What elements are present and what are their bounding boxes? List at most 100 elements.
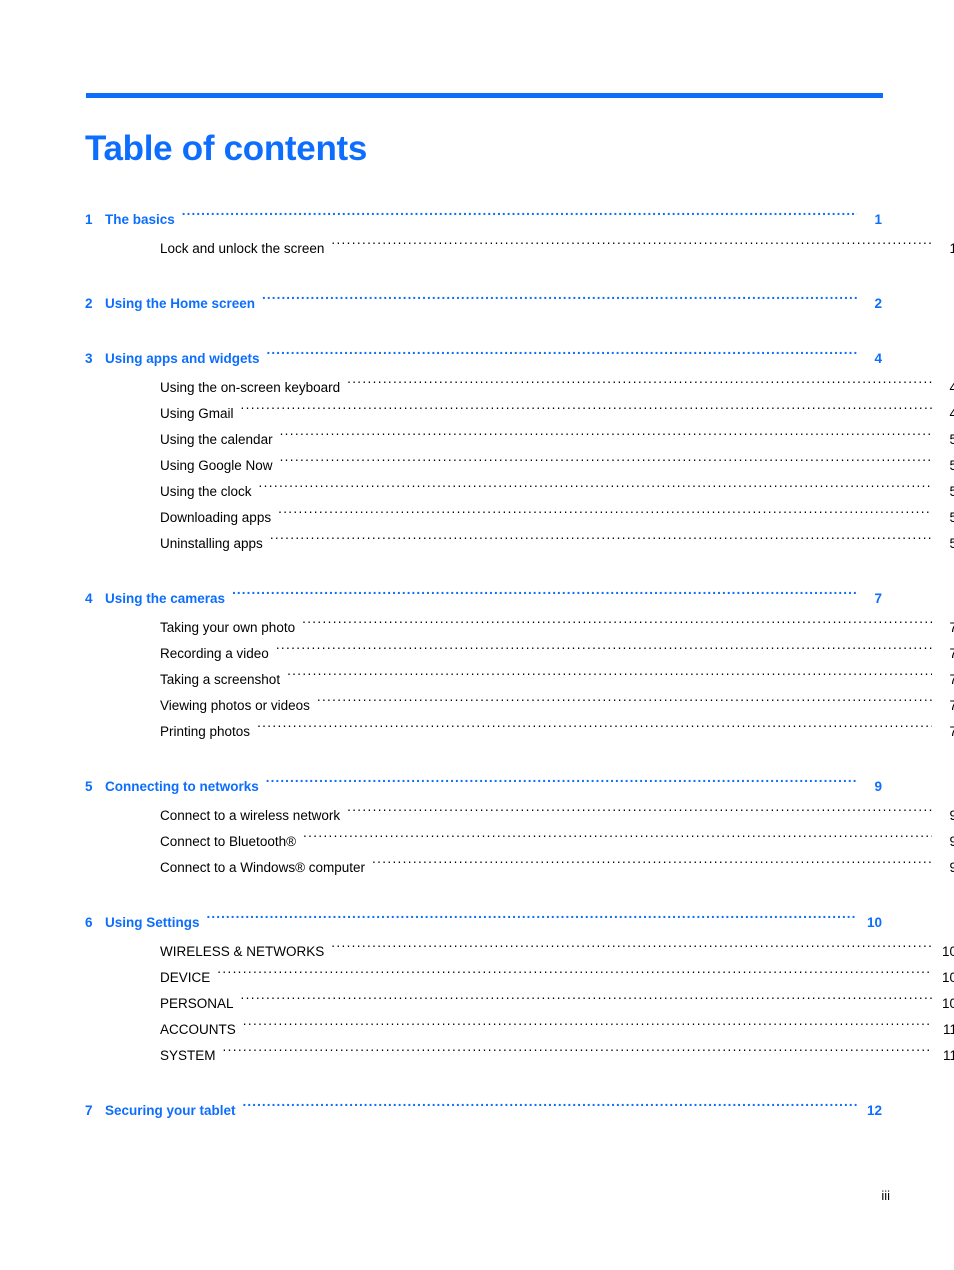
toc-subentry-page-number: 11 <box>942 1022 954 1037</box>
toc-chapter-label: Using the Home screen <box>105 296 256 311</box>
toc-subentry-page-number: 4 <box>949 406 954 421</box>
toc-subentry[interactable]: Downloading apps 5 <box>85 505 954 531</box>
toc-subentry[interactable]: Using Google Now 5 <box>85 453 954 479</box>
toc-page: Table of contents 1The basics1 Lock and u… <box>0 0 954 1270</box>
toc-subentry-page-number: 1 <box>949 241 954 256</box>
toc-subentry[interactable]: Using the clock 5 <box>85 479 954 505</box>
toc-subentry-label: Downloading apps <box>160 510 272 525</box>
dot-leader <box>243 1021 932 1034</box>
toc-chapter-label: Using the cameras <box>105 591 226 606</box>
dot-leader <box>287 671 932 684</box>
toc-chapter-entry[interactable]: 6 Using Settings 10 <box>85 910 882 936</box>
toc-subentry[interactable]: ACCOUNTS 11 <box>85 1017 954 1043</box>
toc-subentry[interactable]: Connect to a wireless network 9 <box>85 803 954 829</box>
toc-chapter-number: 2 <box>85 296 93 311</box>
toc-subentry-label: Taking your own photo <box>160 620 296 635</box>
dot-leader <box>278 509 932 522</box>
toc-subentry-list: Connect to a wireless network9Connect to… <box>85 803 954 881</box>
toc-subentry[interactable]: Connect to a Windows® computer 9 <box>85 855 954 881</box>
toc-subentry-page-number: 5 <box>949 484 954 499</box>
dot-leader <box>280 457 932 470</box>
toc-subentry-label: Using the on-screen keyboard <box>160 380 341 395</box>
toc-subentry[interactable]: SYSTEM 11 <box>85 1043 954 1069</box>
toc-subentry-page-number: 7 <box>949 620 954 635</box>
toc-subentry-label: Using Gmail <box>160 406 234 421</box>
toc-subentry-label: DEVICE <box>160 970 211 985</box>
toc-subentry-page-number: 7 <box>949 724 954 739</box>
toc-subentry-label: Viewing photos or videos <box>160 698 310 713</box>
toc-chapter-page-number: 1 <box>874 212 882 227</box>
toc-subentry[interactable]: Using Gmail 4 <box>85 401 954 427</box>
toc-chapter-page-number: 7 <box>874 591 882 606</box>
toc-subentry[interactable]: Taking your own photo 7 <box>85 615 954 641</box>
toc-chapter-page-number: 2 <box>874 296 882 311</box>
toc-chapter-page-number: 4 <box>874 351 882 366</box>
dot-leader <box>217 969 932 982</box>
toc-subentry[interactable]: Using the calendar 5 <box>85 427 954 453</box>
toc-chapter-entry[interactable]: 4 Using the cameras 7 <box>85 586 882 612</box>
toc-chapter-page-number: 9 <box>874 779 882 794</box>
toc-chapter-block: 2 Using the Home screen 2 <box>85 291 882 317</box>
toc-chapter-block: 4Using the cameras7Taking your own photo… <box>85 586 954 745</box>
toc-chapter-block: 7 Securing your tablet 12 <box>85 1098 882 1124</box>
toc-subentry-page-number: 10 <box>941 970 954 985</box>
toc-subentry-page-number: 4 <box>949 380 954 395</box>
dot-leader <box>347 379 932 392</box>
toc-subentry-list: WIRELESS & NETWORKS 10 DEVICE 10 PERSONAL 10 A… <box>85 939 954 1069</box>
toc-chapter-entry[interactable]: 2 Using the Home screen 2 <box>85 291 882 317</box>
toc-subentry[interactable]: Lock and unlock the screen 1 <box>85 236 954 262</box>
toc-subentry[interactable]: Viewing photos or videos 7 <box>85 693 954 719</box>
toc-chapter-entry[interactable]: 3 Using apps and widgets 4 <box>85 346 882 372</box>
toc-chapter-block: 1 The basics 1 Lock and unlock the screen 1 <box>85 207 954 262</box>
toc-subentry[interactable]: Taking a screenshot 7 <box>85 667 954 693</box>
dot-leader <box>331 943 932 956</box>
dot-leader <box>317 697 932 710</box>
dot-leader <box>372 859 932 872</box>
toc-chapter-block: 3Using apps and widgets4 Using the on-scr… <box>85 346 954 557</box>
toc-subentry[interactable]: Printing photos 7 <box>85 719 954 745</box>
toc-chapter-label: Connecting to networks <box>105 779 259 794</box>
toc-chapter-entry[interactable]: 5 Connecting to networks 9 <box>85 774 882 800</box>
toc-subentry[interactable]: DEVICE 10 <box>85 965 954 991</box>
toc-subentry-label: PERSONAL <box>160 996 234 1011</box>
toc-subentry-page-number: 5 <box>949 432 954 447</box>
toc-subentry-label: SYSTEM <box>160 1048 216 1063</box>
toc-subentry-page-number: 10 <box>941 944 954 959</box>
toc-subentry-label: WIRELESS & NETWORKS <box>160 944 325 959</box>
toc-subentry[interactable]: Recording a video 7 <box>85 641 954 667</box>
toc-subentry-page-number: 10 <box>941 996 954 1011</box>
dot-leader <box>276 645 932 658</box>
toc-chapter-entry[interactable]: 7 Securing your tablet 12 <box>85 1098 882 1124</box>
toc-subentry-page-number: 7 <box>949 672 954 687</box>
toc-subentry-page-number: 5 <box>949 510 954 525</box>
toc-subentry-label: Connect to a wireless network <box>160 808 341 823</box>
dot-leader <box>223 1047 932 1060</box>
toc-chapter-entry[interactable]: 1 The basics 1 <box>85 207 882 233</box>
toc-subentry-page-number: 7 <box>949 698 954 713</box>
dot-leader <box>331 240 932 253</box>
toc-subentry[interactable]: Connect to Bluetooth® 9 <box>85 829 954 855</box>
toc-chapter-block: 6Using Settings10WIRELESS & NETWORKS10DE… <box>85 910 954 1069</box>
toc-subentry-label: ACCOUNTS <box>160 1022 236 1037</box>
toc-chapter-block: 5Connecting to networks9Connect to a wir… <box>85 774 954 881</box>
page-title: Table of contents <box>85 129 368 169</box>
toc-subentry-label: Connect to a Windows® computer <box>160 860 366 875</box>
dot-leader <box>207 913 857 927</box>
dot-leader <box>241 995 932 1008</box>
toc-subentry-label: Connect to Bluetooth® <box>160 834 297 849</box>
toc-chapter-number: 4 <box>85 591 93 606</box>
toc-subentry-page-number: 9 <box>949 860 954 875</box>
toc-subentry[interactable]: Uninstalling apps 5 <box>85 531 954 557</box>
toc-chapter-number: 1 <box>85 212 93 227</box>
dot-leader <box>302 619 932 632</box>
toc-subentry[interactable]: Using the on-screen keyboard 4 <box>85 375 954 401</box>
toc-chapter-page-number: 10 <box>866 915 882 930</box>
dot-leader <box>347 807 932 820</box>
dot-leader <box>257 723 932 736</box>
dot-leader <box>262 294 857 308</box>
toc-subentry-page-number: 7 <box>949 646 954 661</box>
toc-subentry[interactable]: WIRELESS & NETWORKS 10 <box>85 939 954 965</box>
dot-leader <box>259 483 932 496</box>
toc-subentry-page-number: 5 <box>949 458 954 473</box>
toc-subentry[interactable]: PERSONAL 10 <box>85 991 954 1017</box>
